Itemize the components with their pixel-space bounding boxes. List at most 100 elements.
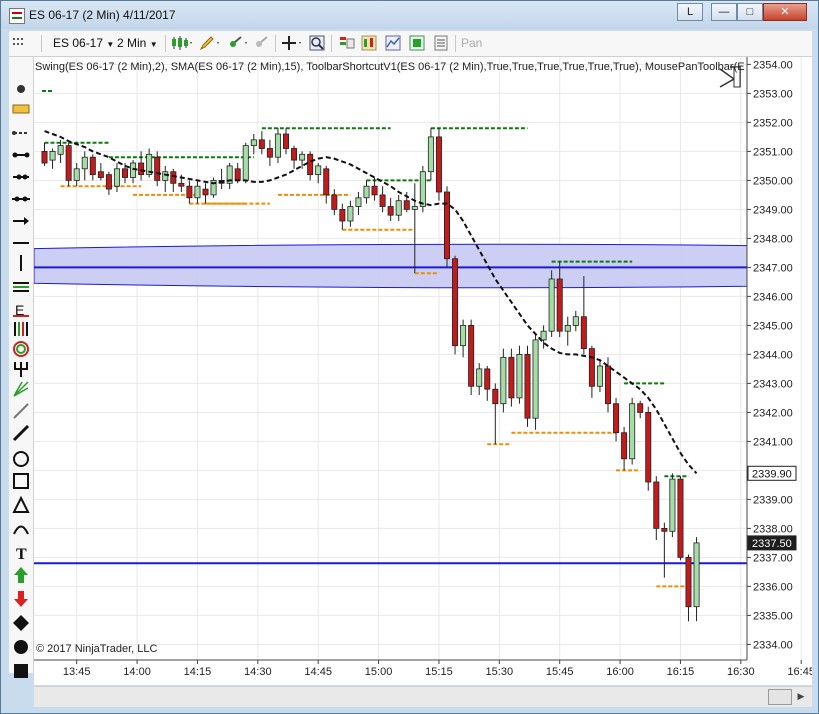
close-button[interactable]: ✕ <box>763 3 807 21</box>
snap-mode-icon[interactable] <box>253 35 269 51</box>
candle <box>65 142 72 187</box>
risk-reward-icon[interactable] <box>11 123 31 143</box>
price-marker-label: 2337.50 <box>752 538 792 550</box>
time-tick-label: 16:15 <box>667 666 695 678</box>
price-tick-label: 2344.00 <box>753 349 793 361</box>
chart-properties-icon[interactable] <box>385 35 401 51</box>
candle <box>339 203 346 230</box>
minimize-button[interactable]: — <box>711 3 737 21</box>
time-tick-label: 13:45 <box>63 666 91 678</box>
candle <box>266 139 273 166</box>
candle-body-down <box>435 136 442 193</box>
candle-body-down <box>234 168 241 181</box>
price-tick-label: 2343.00 <box>753 378 793 390</box>
channel-icon[interactable] <box>11 277 31 297</box>
candle-body-up <box>395 200 402 216</box>
candle-body-up <box>548 278 555 332</box>
diamond-icon[interactable] <box>11 613 31 633</box>
trend-channel-icon[interactable] <box>11 423 31 443</box>
title-bar[interactable]: ES 06-17 (2 Min) 4/11/2017 L — □ ✕ <box>1 1 818 29</box>
candle <box>653 476 660 540</box>
drawing-tools-bar: ET <box>9 57 34 678</box>
candle-body-down <box>621 432 628 460</box>
line-icon[interactable] <box>11 145 31 165</box>
fibonacci-extension-icon[interactable]: E <box>11 299 31 319</box>
candle-body-down <box>105 174 112 190</box>
candle-body-up <box>532 339 539 419</box>
price-chart[interactable]: 2354.00 2353.00 2352.00 2351.00 2350.00 2349.… <box>34 57 812 685</box>
crosshair-pointer-icon[interactable] <box>227 35 249 51</box>
regression-channel-icon[interactable] <box>11 401 31 421</box>
fibonacci-circle-icon[interactable] <box>11 339 31 359</box>
vertical-line-icon[interactable] <box>11 253 31 273</box>
candle <box>572 310 579 332</box>
candle-body-down <box>178 182 185 187</box>
grip-icon[interactable] <box>11 35 27 51</box>
candle-body-down <box>661 527 668 532</box>
maximize-button[interactable]: □ <box>737 3 763 21</box>
triangle-icon[interactable] <box>11 495 31 515</box>
pan-button[interactable]: Pan <box>461 35 482 52</box>
candle <box>291 145 298 169</box>
price-tick-label: 2353.00 <box>753 88 793 100</box>
candle <box>194 180 201 204</box>
scrollbar-thumb[interactable] <box>768 689 792 705</box>
candle <box>355 192 362 216</box>
horizontal-line-icon[interactable] <box>11 233 31 253</box>
price-tick-label: 2352.00 <box>753 117 793 129</box>
gann-fan-icon[interactable] <box>11 379 31 399</box>
horizontal-scrollbar[interactable]: ▶ <box>34 686 812 707</box>
fibonacci-levels-icon[interactable] <box>11 319 31 339</box>
ray-icon[interactable] <box>11 167 31 187</box>
candle <box>588 345 595 398</box>
candlestick-style-icon[interactable] <box>171 35 193 51</box>
arrow-down-icon[interactable] <box>11 589 31 609</box>
time-tick-label: 16:30 <box>727 666 755 678</box>
arrow-line-icon[interactable] <box>11 211 31 231</box>
candle-body-down <box>637 403 644 413</box>
indicators-icon[interactable] <box>339 35 355 51</box>
square-icon[interactable] <box>11 661 31 681</box>
candle-body-down <box>468 324 475 387</box>
candle <box>452 255 459 355</box>
candle <box>564 316 571 346</box>
candle <box>484 366 491 401</box>
data-box-icon[interactable] <box>309 35 325 51</box>
price-tick-label: 2351.00 <box>753 146 793 158</box>
candle <box>73 163 80 187</box>
candle <box>532 334 539 430</box>
candle <box>395 194 402 221</box>
strategies-icon[interactable] <box>361 35 377 51</box>
price-tick-label: 2335.00 <box>753 610 793 622</box>
candle-body-down <box>508 356 515 399</box>
crosshair-icon[interactable] <box>281 35 303 51</box>
candle-body-up <box>500 356 507 405</box>
candle <box>379 186 386 213</box>
candle-body-up <box>73 168 80 181</box>
text-icon[interactable]: T <box>11 543 31 563</box>
arrow-up-icon[interactable] <box>11 565 31 585</box>
help-button[interactable]: L <box>677 3 703 21</box>
time-tick-label: 14:15 <box>184 666 212 678</box>
properties-icon[interactable] <box>433 35 449 51</box>
templates-icon[interactable] <box>409 35 425 51</box>
drawing-pencil-icon[interactable] <box>199 35 221 51</box>
rectangle-icon[interactable] <box>11 471 31 491</box>
chart-panel[interactable]: 2354.00 2353.00 2352.00 2351.00 2350.00 2349.… <box>34 57 812 685</box>
ellipse-icon[interactable] <box>11 449 31 469</box>
pitchfork-icon[interactable] <box>11 359 31 379</box>
candle <box>500 348 507 413</box>
interval-selector[interactable]: 2 Min ▼ <box>117 35 158 52</box>
candle-body-down <box>685 556 692 608</box>
extended-line-icon[interactable] <box>11 189 31 209</box>
pointer-icon[interactable] <box>11 79 31 99</box>
dot-icon[interactable] <box>11 637 31 657</box>
time-tick-label: 16:00 <box>606 666 634 678</box>
candle-body-down <box>484 368 491 390</box>
ruler-icon[interactable] <box>11 99 31 119</box>
chart-toolbar: ES 06-17 ▼ 2 Min ▼ Pan <box>9 31 812 57</box>
scroll-right-icon[interactable]: ▶ <box>794 689 808 703</box>
candle-body-up <box>540 330 547 341</box>
arc-icon[interactable] <box>11 519 31 539</box>
instrument-selector[interactable]: ES 06-17 ▼ <box>53 35 114 52</box>
